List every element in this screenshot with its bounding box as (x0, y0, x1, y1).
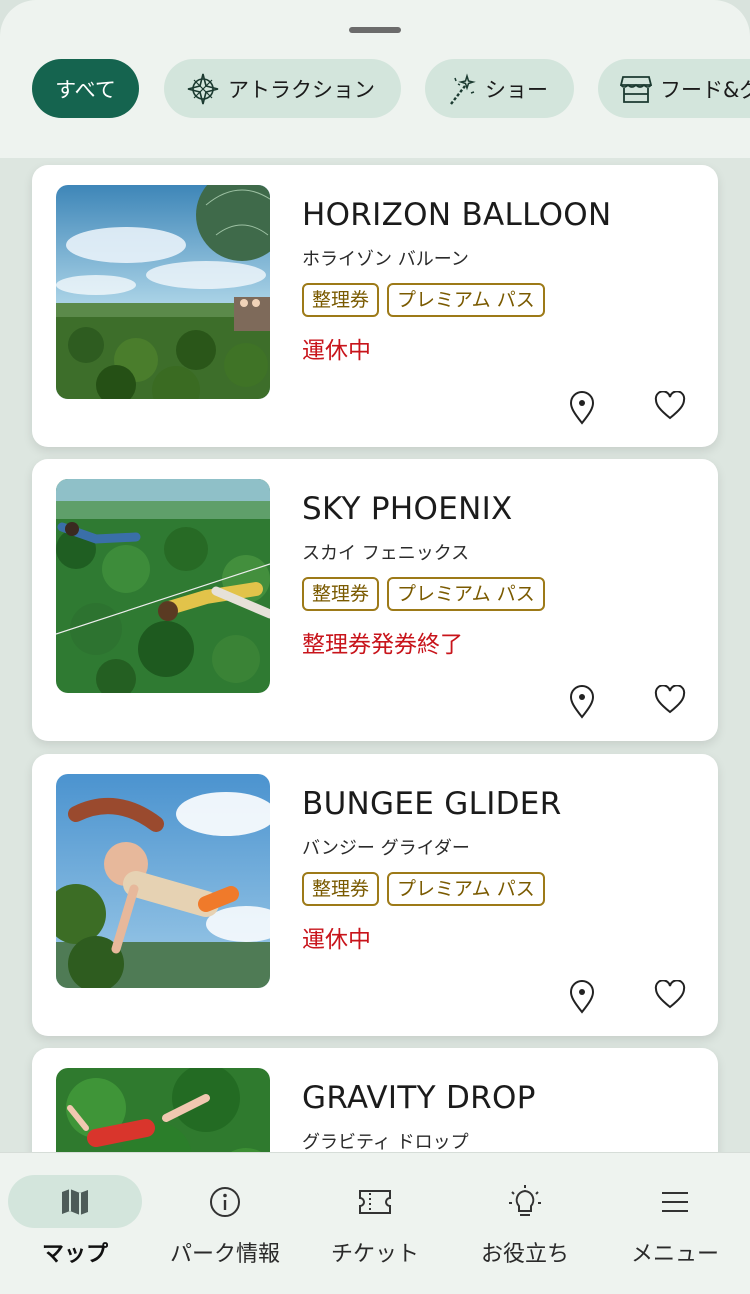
lightbulb-icon (509, 1184, 541, 1216)
attraction-title: HORIZON BALLOON (302, 197, 612, 233)
nav-active-indicator (8, 1175, 142, 1228)
nav-label: パーク情報 (169, 1242, 280, 1267)
attraction-image (56, 185, 270, 399)
attraction-card[interactable]: HORIZON BALLOON ホライゾン バルーン 整理券 プレミアム パス … (32, 165, 718, 447)
bottom-navigation: マップ パーク情報 チケット お役立ち メニュー (0, 1152, 750, 1294)
nav-tab-useful[interactable]: お役立ち (450, 1153, 600, 1294)
menu-icon (662, 1191, 688, 1212)
tag-premium-pass: プレミアム パス (387, 283, 545, 317)
attraction-image (56, 774, 270, 988)
map-pin-icon[interactable] (568, 980, 596, 1014)
compass-icon (187, 73, 219, 104)
attraction-list: HORIZON BALLOON ホライゾン バルーン 整理券 プレミアム パス … (0, 158, 750, 1152)
attraction-tags: 整理券 プレミアム パス (302, 872, 545, 906)
filter-chip-all[interactable]: すべて (32, 59, 139, 118)
attraction-subtitle: スカイ フェニックス (302, 543, 470, 564)
map-pin-icon[interactable] (568, 391, 596, 425)
favorite-heart-icon[interactable] (654, 980, 686, 1010)
ticket-icon (359, 1189, 391, 1214)
attraction-subtitle: バンジー グライダー (302, 838, 470, 859)
attraction-list-sheet: すべて アトラクション ショー フード&グ HORIZON BALLOON ホラ… (0, 0, 750, 1294)
status-text: 運休中 (302, 927, 371, 953)
attraction-card[interactable]: SKY PHOENIX スカイ フェニックス 整理券 プレミアム パス 整理券発… (32, 459, 718, 741)
nav-label: チケット (330, 1242, 419, 1267)
filter-chip-label: アトラクション (228, 77, 375, 102)
favorite-heart-icon[interactable] (654, 391, 686, 421)
tag-ticket: 整理券 (302, 283, 380, 317)
category-filter-bar: すべて アトラクション ショー フード&グ (0, 59, 750, 118)
tag-ticket: 整理券 (302, 872, 380, 906)
info-icon (210, 1186, 240, 1217)
filter-chip-label: ショー (485, 77, 548, 102)
nav-label: マップ (41, 1242, 108, 1267)
nav-tab-tickets[interactable]: チケット (300, 1153, 450, 1294)
nav-tab-park-info[interactable]: パーク情報 (150, 1153, 300, 1294)
nav-label: お役立ち (480, 1242, 569, 1267)
attraction-tags: 整理券 プレミアム パス (302, 283, 545, 317)
map-pin-icon[interactable] (568, 685, 596, 719)
filter-chip-attractions[interactable]: アトラクション (164, 59, 401, 118)
tag-ticket: 整理券 (302, 577, 380, 611)
sparkle-wand-icon (450, 72, 476, 105)
nav-tab-map[interactable]: マップ (0, 1153, 150, 1294)
filter-header: すべて アトラクション ショー フード&グ (0, 0, 750, 158)
nav-tab-menu[interactable]: メニュー (600, 1153, 750, 1294)
tag-premium-pass: プレミアム パス (387, 577, 545, 611)
map-icon (62, 1188, 88, 1215)
storefront-icon (620, 75, 652, 103)
attraction-subtitle: グラビティ ドロップ (302, 1132, 469, 1152)
filter-chip-label: すべて (55, 77, 116, 102)
filter-chip-shows[interactable]: ショー (425, 59, 574, 118)
attraction-title: GRAVITY DROP (302, 1080, 536, 1116)
filter-chip-food[interactable]: フード&グ (598, 59, 750, 118)
attraction-title: SKY PHOENIX (302, 491, 513, 527)
attraction-image (56, 479, 270, 693)
status-text: 整理券発券終了 (302, 632, 463, 658)
attraction-title: BUNGEE GLIDER (302, 786, 562, 822)
sheet-drag-handle[interactable] (349, 27, 401, 33)
status-text: 運休中 (302, 338, 371, 364)
tag-premium-pass: プレミアム パス (387, 872, 545, 906)
attraction-image (56, 1068, 270, 1152)
attraction-subtitle: ホライゾン バルーン (302, 249, 469, 270)
attraction-tags: 整理券 プレミアム パス (302, 577, 545, 611)
filter-chip-label: フード&グ (660, 77, 750, 102)
attraction-card[interactable]: GRAVITY DROP グラビティ ドロップ (32, 1048, 718, 1152)
favorite-heart-icon[interactable] (654, 685, 686, 715)
nav-label: メニュー (630, 1242, 719, 1267)
attraction-card[interactable]: BUNGEE GLIDER バンジー グライダー 整理券 プレミアム パス 運休… (32, 754, 718, 1036)
